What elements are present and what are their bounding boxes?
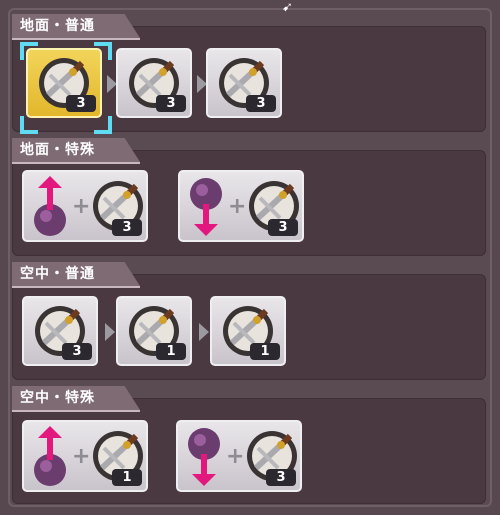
count-badge: 3 xyxy=(66,95,96,112)
plus-icon: + xyxy=(226,444,245,469)
section-title: 地面・普通 xyxy=(12,14,140,38)
selection-corner xyxy=(94,116,112,134)
count-badge: 1 xyxy=(156,343,186,360)
joystick-down-icon xyxy=(190,178,222,236)
attack-slot[interactable]: 1 xyxy=(116,296,192,366)
mouse-cursor-icon: ➹ xyxy=(282,0,293,15)
chain-arrow-icon xyxy=(105,323,115,341)
attack-slot[interactable]: 3 xyxy=(116,48,192,118)
attack-slot[interactable]: 3 xyxy=(206,48,282,118)
section-title: 地面・特殊 xyxy=(12,138,140,162)
header-underline xyxy=(12,286,140,288)
combo-slot-up-attack[interactable]: + 1 xyxy=(22,420,148,492)
header-underline xyxy=(12,410,140,412)
count-badge: 1 xyxy=(250,343,280,360)
count-badge: 3 xyxy=(268,219,298,236)
attack-slot[interactable]: 3 xyxy=(22,296,98,366)
count-badge: 3 xyxy=(112,219,142,236)
selection-corner xyxy=(94,42,112,60)
plus-icon: + xyxy=(72,444,91,469)
header-underline xyxy=(12,38,140,40)
combo-slot-down-attack[interactable]: + 3 xyxy=(176,420,302,492)
combo-slot-up-attack[interactable]: + 3 xyxy=(22,170,148,242)
selection-corner xyxy=(20,116,38,134)
joystick-up-icon xyxy=(34,176,66,236)
joystick-up-icon xyxy=(34,426,66,486)
count-badge: 3 xyxy=(62,343,92,360)
chain-arrow-icon xyxy=(199,323,209,341)
plus-icon: + xyxy=(228,194,247,219)
count-badge: 1 xyxy=(112,469,142,486)
joystick-down-icon xyxy=(188,428,220,486)
count-badge: 3 xyxy=(266,469,296,486)
section-title: 空中・特殊 xyxy=(12,386,140,410)
header-underline xyxy=(12,162,140,164)
selection-corner xyxy=(20,42,38,60)
section-ground-normal: 地面・普通 3 3 3 xyxy=(12,14,486,134)
attack-slot[interactable]: 1 xyxy=(210,296,286,366)
plus-icon: + xyxy=(72,194,91,219)
section-title: 空中・普通 xyxy=(12,262,140,286)
combo-slot-down-attack[interactable]: + 3 xyxy=(178,170,304,242)
section-ground-special: 地面・特殊 + 3 + 3 xyxy=(12,138,486,256)
count-badge: 3 xyxy=(156,95,186,112)
section-air-normal: 空中・普通 3 1 1 xyxy=(12,262,486,380)
count-badge: 3 xyxy=(246,95,276,112)
section-air-special: 空中・特殊 + 1 + 3 xyxy=(12,386,486,504)
